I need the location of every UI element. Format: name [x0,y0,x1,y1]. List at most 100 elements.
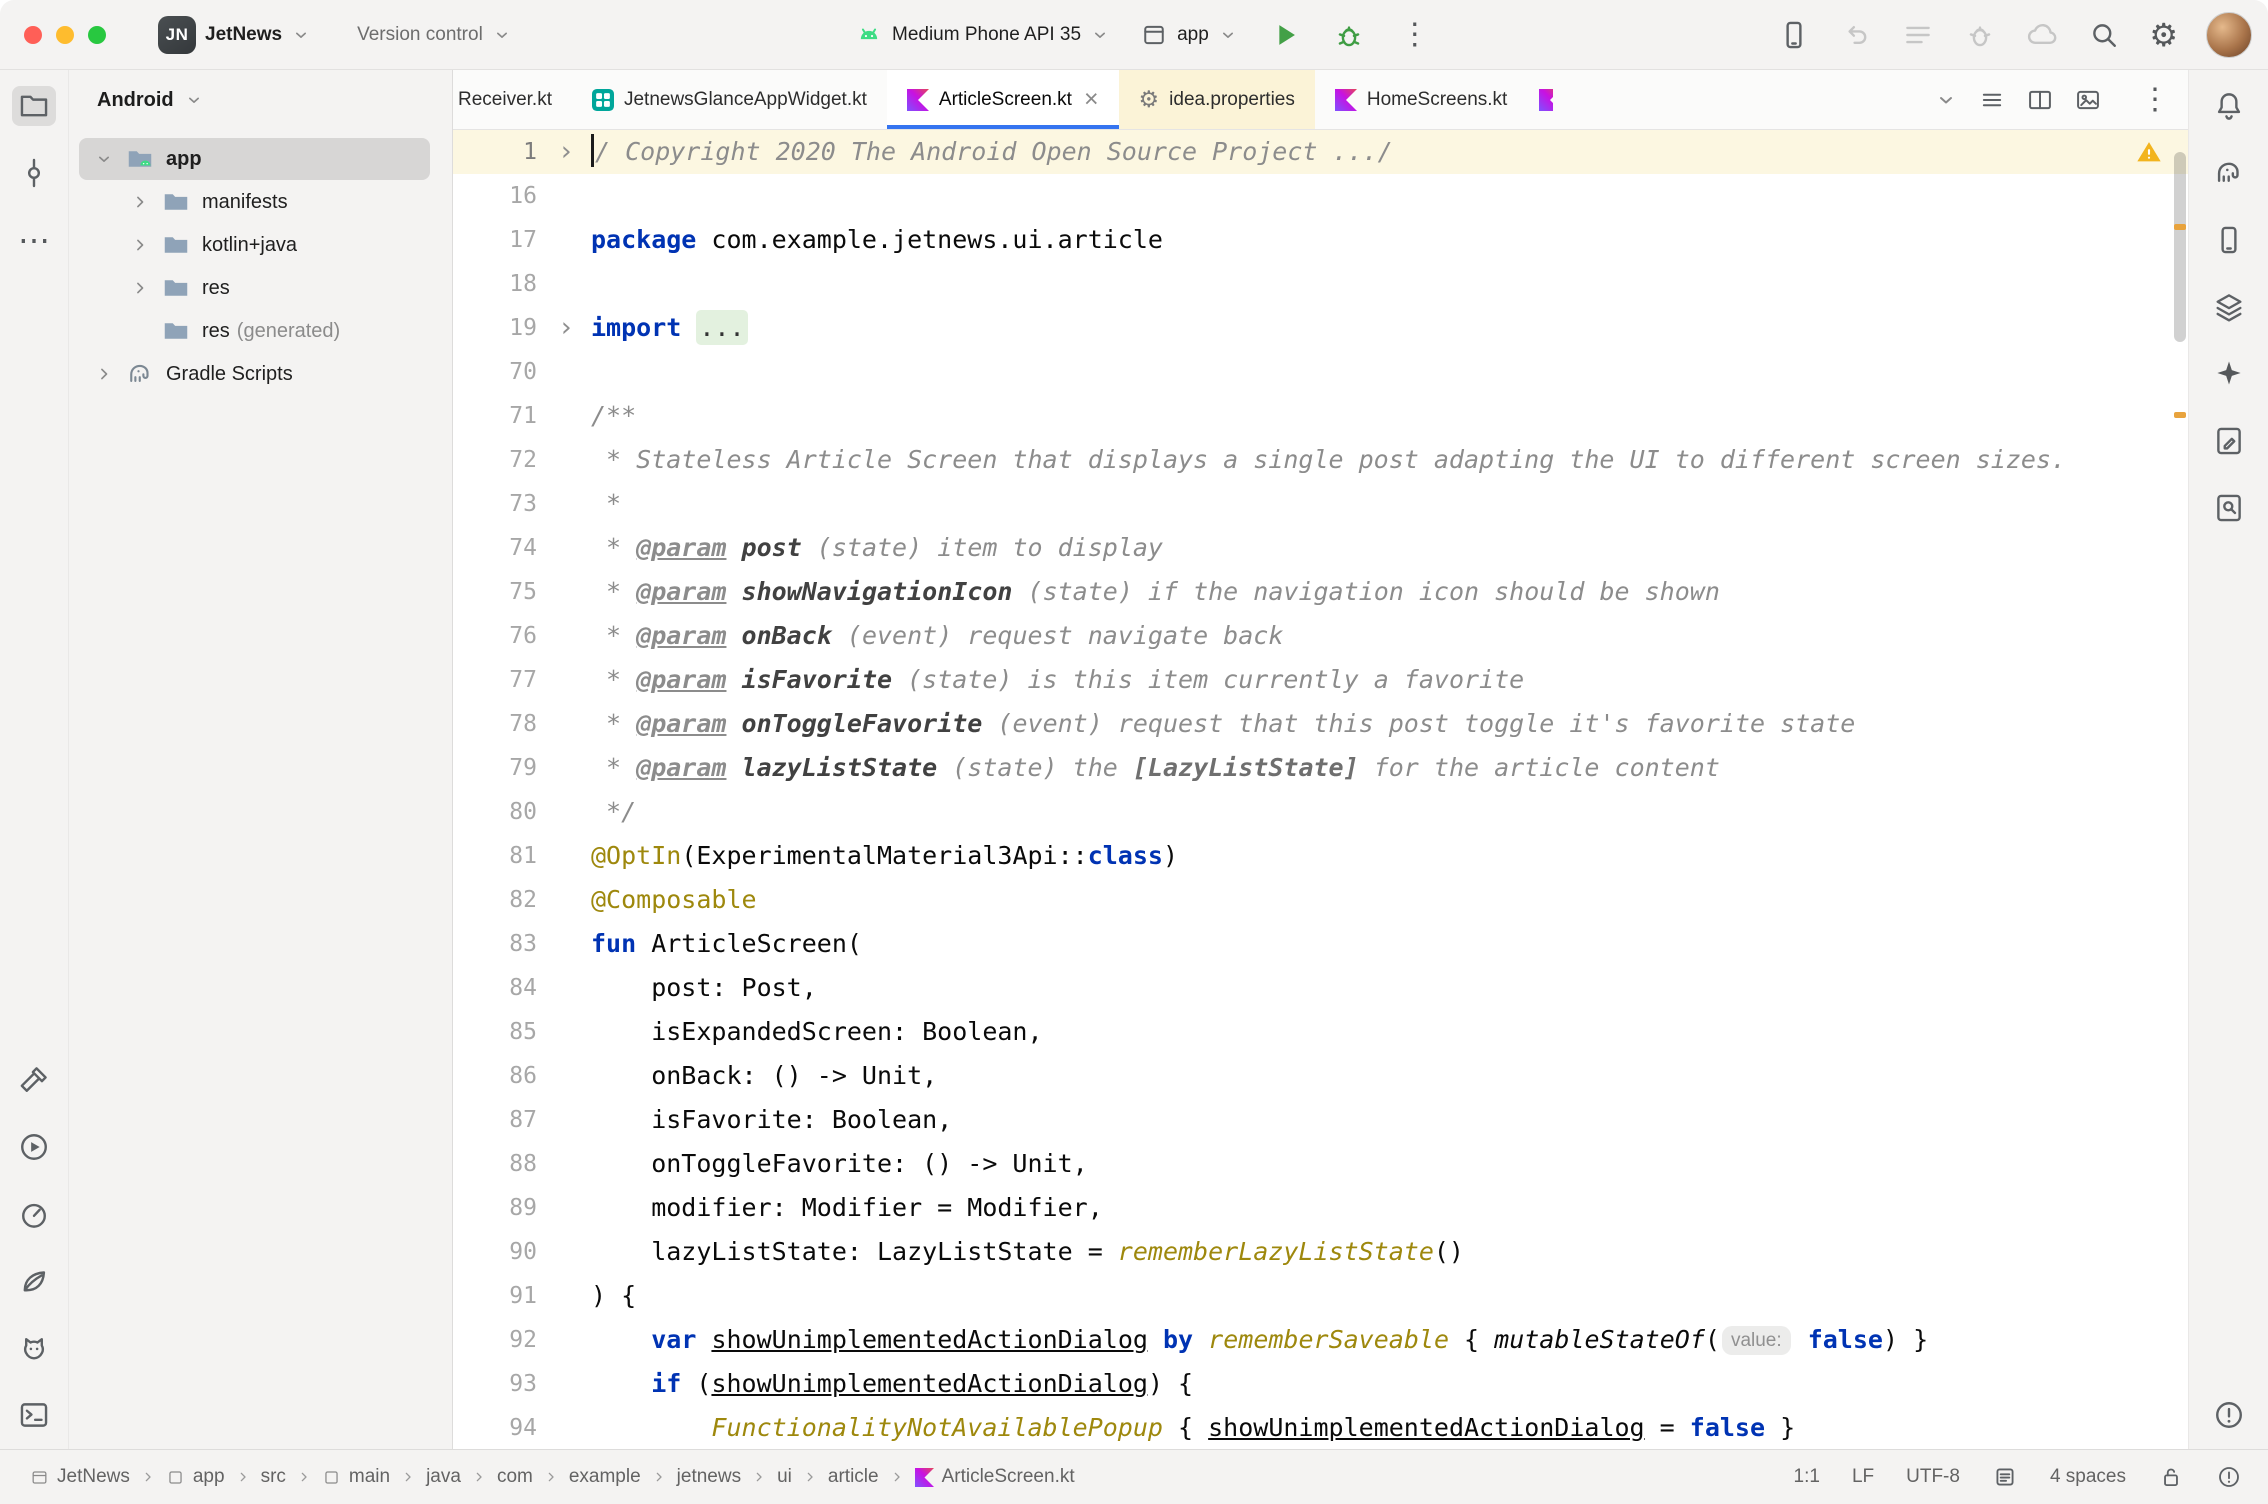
inspections-status-icon[interactable] [2216,1464,2242,1490]
preview-image-icon[interactable] [2074,86,2102,114]
line-number[interactable]: 19 [453,306,541,350]
line-number[interactable]: 76 [453,614,541,658]
tab-list-chevron-icon[interactable] [1934,88,1958,112]
code-line-19[interactable]: 19›import ... [453,306,2188,350]
line-number[interactable]: 82 [453,878,541,922]
code-line-92[interactable]: 92 var showUnimplementedActionDialog by … [453,1318,2188,1362]
line-number[interactable]: 74 [453,526,541,570]
user-avatar[interactable] [2206,12,2252,58]
line-number[interactable]: 94 [453,1406,541,1449]
editor[interactable]: 1›/ Copyright 2020 The Android Open Sour… [453,130,2188,1449]
code-line-83[interactable]: 83fun ArticleScreen( [453,922,2188,966]
line-number[interactable]: 18 [453,262,541,306]
code-line-94[interactable]: 94 FunctionalityNotAvailablePopup { show… [453,1406,2188,1449]
line-number[interactable]: 89 [453,1186,541,1230]
tree-item-res[interactable]: res [79,267,430,309]
line-number[interactable]: 1 [453,130,541,174]
code-line-18[interactable]: 18 [453,262,2188,306]
fold-arrow-icon[interactable]: › [541,306,591,350]
indent-widget[interactable]: 4 spaces [2050,1466,2126,1488]
readonly-lock-icon[interactable] [2158,1464,2184,1490]
tab-receiver[interactable]: Receiver.kt [453,70,572,129]
breadcrumb-item-app[interactable]: app [166,1466,225,1488]
code-line-16[interactable]: 16 [453,174,2188,218]
chevron-right-icon[interactable] [123,278,157,298]
line-number[interactable]: 72 [453,438,541,482]
line-number[interactable]: 73 [453,482,541,526]
minimize-window-button[interactable] [56,26,74,44]
code-line-71[interactable]: 71/** [453,394,2188,438]
notifications-icon[interactable] [2207,86,2251,126]
chevron-right-icon[interactable] [123,235,157,255]
debug-button[interactable] [1332,18,1366,52]
breadcrumb-item-java[interactable]: java [426,1466,461,1488]
line-number[interactable]: 75 [453,570,541,614]
line-number[interactable]: 85 [453,1010,541,1054]
settings-icon[interactable]: ⚙ [2149,19,2178,51]
project-widget[interactable]: JN JetNews [158,16,311,54]
run-configuration-selector[interactable]: app [1140,21,1238,49]
code-inspect-icon[interactable] [1963,18,1997,52]
line-number[interactable]: 80 [453,790,541,834]
code-line-85[interactable]: 85 isExpandedScreen: Boolean, [453,1010,2188,1054]
breadcrumb-item-src[interactable]: src [261,1466,286,1488]
breadcrumb-item-file[interactable]: ArticleScreen.kt [915,1466,1075,1488]
line-number[interactable]: 79 [453,746,541,790]
gemini-assistant-icon[interactable] [2207,354,2251,394]
line-number[interactable]: 83 [453,922,541,966]
editor-more-options-icon[interactable]: ⋮ [2136,85,2174,115]
line-number[interactable]: 84 [453,966,541,1010]
line-number[interactable]: 77 [453,658,541,702]
terminal-tool-icon[interactable] [12,1395,56,1435]
inspections-warning-icon[interactable] [2134,138,2164,166]
line-number[interactable]: 88 [453,1142,541,1186]
project-tool-icon[interactable] [12,86,56,126]
code-line-73[interactable]: 73 * [453,482,2188,526]
find-in-file-tool-icon[interactable] [2207,488,2251,528]
tab-idea-properties[interactable]: ⚙ idea.properties [1119,70,1315,129]
logcat-tool-icon[interactable] [12,1328,56,1368]
chevron-right-icon[interactable] [87,364,121,384]
scrollbar-thumb[interactable] [2174,152,2186,342]
breadcrumb-item-com[interactable]: com [497,1466,533,1488]
device-selector[interactable]: Medium Phone API 35 [855,21,1110,49]
code-line-82[interactable]: 82@Composable [453,878,2188,922]
app-insights-tool-icon[interactable] [12,1261,56,1301]
close-window-button[interactable] [24,26,42,44]
code-line-80[interactable]: 80 */ [453,790,2188,834]
editor-scrollbar[interactable] [2172,130,2188,1449]
problems-tool-icon[interactable] [2207,1395,2251,1435]
code-line-76[interactable]: 76 * @param onBack (event) request navig… [453,614,2188,658]
structure-tool-icon[interactable] [2207,287,2251,327]
code-line-72[interactable]: 72 * Stateless Article Screen that displ… [453,438,2188,482]
zoom-window-button[interactable] [88,26,106,44]
line-number[interactable]: 90 [453,1230,541,1274]
line-number[interactable]: 81 [453,834,541,878]
code-line-74[interactable]: 74 * @param post (state) item to display [453,526,2188,570]
breadcrumb-item-project[interactable]: JetNews [30,1466,130,1488]
breadcrumb-item-example[interactable]: example [569,1466,641,1488]
more-tool-windows-icon[interactable]: ⋯ [12,220,56,260]
code-line-91[interactable]: 91) { [453,1274,2188,1318]
encoding-widget[interactable]: UTF-8 [1906,1466,1960,1488]
device-manager-icon[interactable] [2207,220,2251,260]
tree-item-gradle-scripts[interactable]: Gradle Scripts [79,353,430,395]
code-line-84[interactable]: 84 post: Post, [453,966,2188,1010]
code-line-77[interactable]: 77 * @param isFavorite (state) is this i… [453,658,2188,702]
chevron-right-icon[interactable] [123,192,157,212]
code-line-90[interactable]: 90 lazyListState: LazyListState = rememb… [453,1230,2188,1274]
code-line-75[interactable]: 75 * @param showNavigationIcon (state) i… [453,570,2188,614]
editor-config-icon[interactable] [1992,1464,2018,1490]
breadcrumb-item-main[interactable]: main [322,1466,390,1488]
editor-list-view-icon[interactable] [1978,86,2006,114]
tab-jetnews-glance-app-widget[interactable]: JetnewsGlanceAppWidget.kt [572,70,887,129]
split-editor-icon[interactable] [2026,86,2054,114]
code-line-1[interactable]: 1›/ Copyright 2020 The Android Open Sour… [453,130,2188,174]
tree-item-kotlin-java[interactable]: kotlin+java [79,224,430,266]
build-tool-icon[interactable] [12,1060,56,1100]
code-line-87[interactable]: 87 isFavorite: Boolean, [453,1098,2188,1142]
code-line-88[interactable]: 88 onToggleFavorite: () -> Unit, [453,1142,2188,1186]
code-line-17[interactable]: 17package com.example.jetnews.ui.article [453,218,2188,262]
line-separator-widget[interactable]: LF [1852,1466,1874,1488]
line-number[interactable]: 16 [453,174,541,218]
